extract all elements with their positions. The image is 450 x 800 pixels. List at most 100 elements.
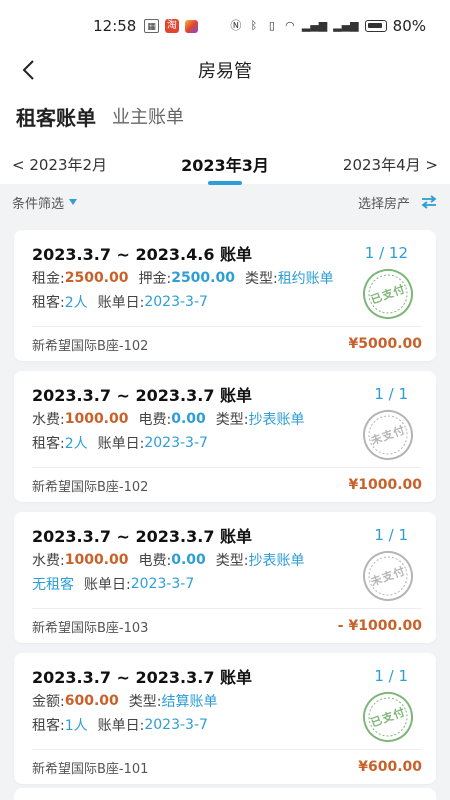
property-name: 新希望国际B座-103 [32, 620, 149, 636]
bill-field-label: 水费: [32, 553, 65, 569]
bill-card-footer: 新希望国际B座-102 ¥5000.00 [32, 326, 422, 361]
bill-period-title: 2023.3.7 ~ 2023.3.7 账单 [32, 668, 253, 687]
nav-bar: 房易管 [0, 52, 450, 88]
chevron-left-icon [22, 60, 34, 80]
bill-field-value: 2500.00 [64, 270, 129, 286]
bill-field-label: 租客: [32, 295, 65, 311]
bill-card[interactable]: 2023.3.7 ~ 2023.4.6 账单 1 / 12 租金: 2500.00 押金… [14, 230, 436, 361]
filter-bar: 条件筛选 选择房产 [0, 184, 450, 220]
bill-field-label: 电费: [138, 412, 172, 428]
bill-field: 账单日: 2023-3-7 [84, 574, 194, 594]
bill-field-label: 电费: [138, 553, 172, 569]
bill-list: 2023.3.7 ~ 2023.4.6 账单 1 / 12 租金: 2500.00 押金… [0, 220, 450, 784]
bill-field-value[interactable]: 2023-3-7 [144, 717, 208, 733]
bill-total-amount: - ¥1000.00 [337, 618, 422, 634]
bill-field-value: 1000.00 [64, 552, 129, 568]
next-month-button[interactable]: 2023年4月 > [343, 154, 438, 175]
bill-field-label: 账单日: [97, 295, 145, 311]
bill-field-label: 账单日: [84, 577, 131, 593]
bill-field-label: 水费: [32, 412, 65, 428]
caret-down-icon [69, 199, 78, 205]
bill-field-value[interactable]: 2人 [65, 292, 88, 312]
bill-type-tabs: 租客账单 业主账单 [0, 88, 450, 144]
bill-field-label: 类型: [128, 694, 162, 710]
bill-field-value[interactable]: 结算账单 [161, 691, 217, 711]
status-bar: 12:58 ▦ 淘 Ⓝ ᛒ ▯ ◠ ▂▄▆ ▂▄▆ 80% [0, 0, 450, 52]
back-button[interactable] [14, 54, 42, 86]
bill-installment-count: 1 / 1 [374, 526, 408, 544]
bill-card-footer: 新希望国际B座-102 ¥1000.00 [32, 467, 422, 502]
page-title: 房易管 [198, 61, 252, 82]
prev-month-button[interactable]: < 2023年2月 [12, 154, 107, 175]
wifi-icon: ◠ [285, 19, 295, 32]
bill-field-value: 0.00 [171, 552, 206, 568]
bill-field-label: 租金: [32, 271, 65, 287]
tab-owner-bills[interactable]: 业主账单 [112, 103, 184, 129]
property-name: 新希望国际B座-102 [32, 479, 149, 495]
bill-field: 租客: 2人 [32, 292, 88, 312]
bill-total-amount: ¥5000.00 [348, 336, 422, 352]
bill-field: 账单日: 2023-3-7 [98, 715, 208, 735]
bill-card[interactable]: 2023.3.7 ~ 2023.3.7 账单 1 / 1 金额: 600.00 类型: 结… [14, 653, 436, 784]
gallery-notification-icon: ▦ [144, 19, 159, 33]
bill-period-title: 2023.3.7 ~ 2023.3.7 账单 [32, 527, 253, 546]
bill-field: 押金: 2500.00 [138, 268, 234, 288]
bill-field-value[interactable]: 抄表账单 [248, 409, 304, 429]
bill-period-title: 2023.3.7 ~ 2023.4.6 账单 [32, 245, 253, 264]
bill-card[interactable]: 2023.3.7 ~ 2023.3.7 账单 1 / 1 水费: 1000.00 电费:… [14, 512, 436, 643]
bill-field-value: 1000.00 [64, 411, 129, 427]
bill-field-value[interactable]: 无租客 [32, 574, 74, 594]
bill-field-label: 类型: [244, 271, 278, 287]
bill-field: 金额: 600.00 [32, 691, 119, 711]
select-property-label: 选择房产 [357, 196, 410, 212]
bill-field: 账单日: 2023-3-7 [98, 433, 208, 453]
bill-field-value[interactable]: 2人 [65, 433, 88, 453]
signal-1-icon: ▂▄▆ [301, 19, 328, 32]
bill-total-amount: ¥600.00 [358, 759, 422, 775]
bill-card[interactable]: 2023.3.7 ~ 2023.3.7 账单 1 / 1 水费: 1000.00 电费:… [14, 371, 436, 502]
bill-card-footer: 新希望国际B座-103 - ¥1000.00 [32, 608, 422, 643]
property-name: 新希望国际B座-101 [32, 761, 149, 777]
month-selector: < 2023年2月 2023年3月 2023年4月 > [0, 144, 450, 185]
nfc-icon: Ⓝ [230, 19, 242, 32]
bill-field-value: 2500.00 [171, 270, 235, 286]
tab-tenant-bills[interactable]: 租客账单 [16, 102, 96, 131]
bill-card-header: 2023.3.7 ~ 2023.3.7 账单 1 / 1 [32, 522, 422, 548]
bill-field-label: 押金: [138, 271, 172, 287]
bill-field: 租客: 2人 [32, 433, 88, 453]
top-area: 12:58 ▦ 淘 Ⓝ ᛒ ▯ ◠ ▂▄▆ ▂▄▆ 80% 房易管 租客账单 业… [0, 0, 450, 185]
bill-field: 租金: 2500.00 [32, 268, 128, 288]
current-month[interactable]: 2023年3月 [181, 152, 269, 185]
vibrate-icon: ▯ [268, 19, 275, 32]
bill-field: 无租客 [32, 574, 74, 594]
bill-field-label: 租客: [32, 436, 65, 452]
condition-filter-button[interactable]: 条件筛选 [12, 193, 78, 212]
bill-field-value[interactable]: 租约账单 [278, 268, 334, 288]
bill-field-value[interactable]: 抄表账单 [248, 550, 304, 570]
bill-field-label: 账单日: [97, 436, 145, 452]
bill-field-label: 金额: [32, 694, 65, 710]
bill-field: 电费: 0.00 [138, 550, 205, 570]
swap-icon [421, 195, 437, 209]
select-property-button[interactable]: 选择房产 [358, 193, 438, 212]
bluetooth-icon: ᛒ [250, 19, 258, 32]
bill-field-label: 类型: [215, 412, 249, 428]
bill-field-label: 账单日: [97, 718, 145, 734]
bill-field: 类型: 抄表账单 [216, 409, 305, 429]
bill-field-value[interactable]: 1人 [65, 715, 88, 735]
next-card-peek [14, 788, 436, 800]
bill-field-value[interactable]: 2023-3-7 [144, 435, 208, 451]
property-name: 新希望国际B座-102 [32, 338, 149, 354]
bill-field-value: 600.00 [64, 693, 119, 709]
bill-field-value[interactable]: 2023-3-7 [131, 576, 195, 592]
battery-icon [364, 20, 387, 32]
bill-field: 租客: 1人 [32, 715, 88, 735]
bill-field: 水费: 1000.00 [32, 550, 128, 570]
bill-card-header: 2023.3.7 ~ 2023.3.7 账单 1 / 1 [32, 381, 422, 407]
condition-filter-label: 条件筛选 [12, 196, 65, 212]
bill-field-value[interactable]: 2023-3-7 [144, 294, 208, 310]
status-time: 12:58 [93, 17, 137, 35]
bill-installment-count: 1 / 1 [374, 385, 408, 403]
bill-card-header: 2023.3.7 ~ 2023.4.6 账单 1 / 12 [32, 240, 422, 266]
bill-field: 类型: 结算账单 [129, 691, 218, 711]
